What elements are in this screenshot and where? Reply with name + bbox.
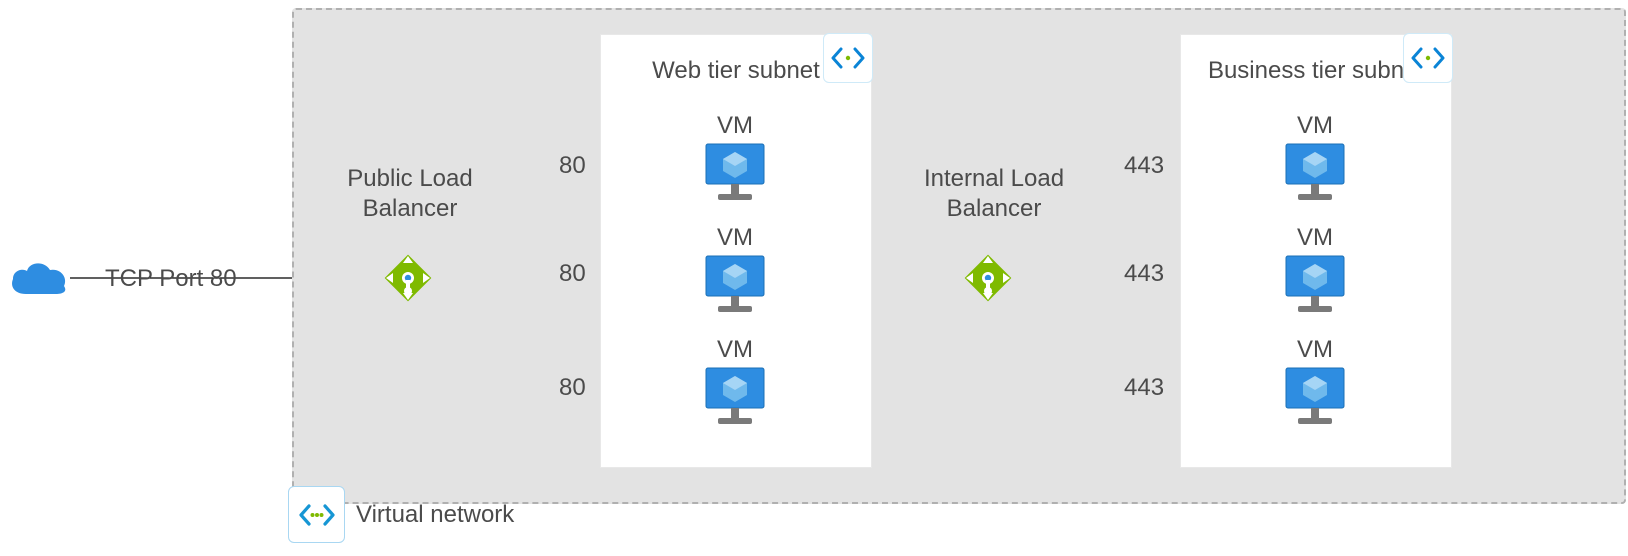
public-load-balancer-icon (380, 250, 436, 306)
vnet-label: Virtual network (356, 500, 514, 530)
internal-load-balancer-icon (960, 250, 1016, 306)
port-label: 443 (1120, 374, 1168, 402)
vm-label: VM (1265, 224, 1365, 252)
subnet-badge-icon (823, 33, 873, 83)
vm-icon (1284, 142, 1346, 202)
internal-lb-label: Internal Load Balancer (914, 164, 1074, 224)
subnet-badge-icon (1403, 33, 1453, 83)
vnet-badge-icon (288, 486, 345, 543)
entry-port-label: TCP Port 80 (105, 264, 237, 294)
vm-label: VM (685, 224, 785, 252)
vm-icon (1284, 366, 1346, 426)
vm-icon (704, 254, 766, 314)
vm-label: VM (685, 112, 785, 140)
port-label: 443 (1120, 152, 1168, 180)
vm-icon (1284, 254, 1346, 314)
vm-label: VM (1265, 336, 1365, 364)
vm-icon (704, 142, 766, 202)
port-label: 80 (555, 152, 590, 180)
vm-icon (704, 366, 766, 426)
port-label: 443 (1120, 260, 1168, 288)
port-label: 80 (555, 260, 590, 288)
public-lb-label: Public Load Balancer (340, 164, 480, 224)
port-label: 80 (555, 374, 590, 402)
vm-label: VM (1265, 112, 1365, 140)
vm-label: VM (685, 336, 785, 364)
internet-cloud-icon (6, 258, 70, 298)
